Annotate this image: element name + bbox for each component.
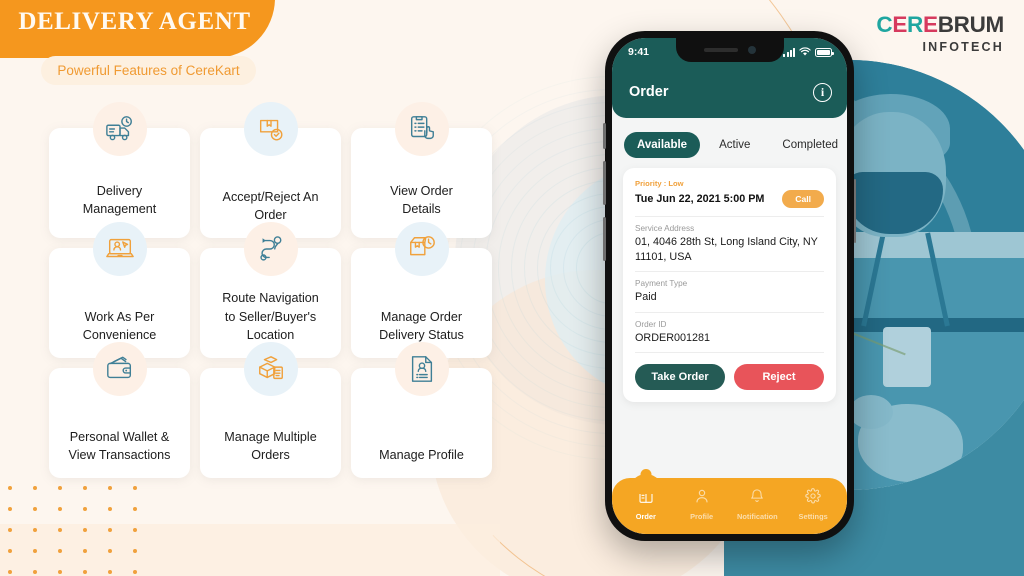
- phone-mockup: 9:41 Order i Available Active Completed Pr…: [603, 31, 856, 541]
- nav-item-label: Notification: [737, 511, 778, 521]
- order-field-value: ORDER001281: [635, 331, 711, 344]
- nav-item-label: Profile: [690, 511, 714, 521]
- feature-card-label: View Order Details: [390, 183, 453, 216]
- route-pin-icon: [243, 222, 298, 276]
- signal-bars-icon: [783, 48, 795, 57]
- feature-card-grid: Delivery Management Accept/Reject An Order V…: [49, 102, 494, 478]
- order-field-label: Service Address: [635, 224, 695, 233]
- logo-letter-e1: E: [892, 12, 908, 37]
- order-field-list: Service Address 01, 4046 28th St, Long Is…: [635, 217, 824, 354]
- front-camera-icon: [747, 46, 756, 54]
- laptop-user-icon: [92, 222, 147, 276]
- order-field: Payment Type Paid: [635, 272, 824, 313]
- logo-letter-r: R: [907, 12, 923, 37]
- feature-card-label: Accept/Reject An Order: [222, 189, 319, 222]
- user-icon: [694, 488, 710, 509]
- nav-item-label: Order: [635, 511, 656, 521]
- multiple-boxes-icon: [243, 342, 298, 396]
- order-field-value: Paid: [635, 291, 657, 304]
- bell-icon: [749, 488, 765, 509]
- feature-card[interactable]: Personal Wallet & View Transactions: [49, 342, 190, 478]
- feature-card-label: Delivery Management: [82, 183, 157, 216]
- nav-item-notification[interactable]: Notification: [731, 488, 783, 521]
- earpiece-speaker: [703, 48, 738, 52]
- status-time: 9:41: [628, 46, 650, 58]
- tab-completed[interactable]: Completed: [769, 132, 847, 158]
- phone-screen: 9:41 Order i Available Active Completed Pr…: [612, 38, 847, 534]
- logo-wordmark: CEREBRUM: [876, 12, 1005, 37]
- logo-letter-c: C: [876, 12, 893, 37]
- order-field-label: Order ID: [635, 319, 667, 329]
- order-field-label: Payment Type: [635, 279, 688, 289]
- active-nav-indicator-dot: [640, 468, 652, 480]
- order-date: Tue Jun 22, 2021 5:00 PM: [635, 193, 765, 205]
- feature-card-label: Manage Multiple Orders: [224, 429, 317, 462]
- clipboard-hand-icon: [394, 102, 449, 156]
- feature-card-label: Personal Wallet & View Transactions: [68, 429, 171, 462]
- reject-button[interactable]: Reject: [734, 364, 824, 391]
- package-check-icon: [243, 102, 298, 156]
- tab-available[interactable]: Available: [624, 132, 701, 158]
- logo-letters-brum: BRUM: [937, 12, 1005, 37]
- take-order-button[interactable]: Take Order: [635, 364, 725, 391]
- gear-icon: [805, 487, 821, 509]
- bg-dot-grid: [2, 480, 187, 574]
- nav-item-settings[interactable]: Settings: [787, 487, 839, 521]
- logo-subtitle: INFOTECH: [922, 39, 1004, 54]
- header-banner: DELIVERY AGENT: [0, 0, 275, 58]
- order-actions: Take Order Reject: [635, 353, 824, 391]
- battery-icon: [815, 48, 834, 57]
- package-clock-icon: [394, 222, 449, 276]
- feature-card-label: Manage Order Delivery Status: [379, 309, 464, 342]
- feature-card[interactable]: Manage Profile: [351, 342, 492, 478]
- feature-card[interactable]: Manage Multiple Orders: [200, 342, 341, 478]
- subtitle-text: Powerful Features of CereKart: [57, 63, 240, 78]
- feature-card-label: Route Navigation to Seller/Buyer's Locatio…: [222, 291, 319, 342]
- cerebrum-logo: CEREBRUM INFOTECH: [876, 12, 1005, 54]
- phone-notch: [675, 38, 784, 62]
- nav-item-profile[interactable]: Profile: [676, 488, 728, 521]
- nav-item-order[interactable]: Order: [620, 468, 672, 521]
- order-field: Service Address 01, 4046 28th St, Long Is…: [635, 217, 824, 273]
- page-title: DELIVERY AGENT: [18, 8, 251, 35]
- order-field-value: 01, 4046 28th St, Long Island City, NY 1…: [635, 236, 818, 263]
- wallet-icon: [92, 342, 147, 396]
- priority-label: Priority : Low: [635, 179, 684, 188]
- order-card: Priority : Low Tue Jun 22, 2021 5:00 PM …: [623, 168, 836, 403]
- logo-letter-e2: E: [922, 12, 938, 37]
- feature-card-label: Manage Profile: [379, 447, 464, 462]
- delivery-truck-icon: [92, 102, 147, 156]
- profile-document-icon: [394, 342, 449, 396]
- app-header-title: Order: [629, 84, 669, 100]
- info-icon[interactable]: i: [813, 82, 832, 102]
- call-button[interactable]: Call: [782, 190, 824, 208]
- app-header: Order i: [612, 66, 847, 118]
- nav-item-label: Settings: [798, 511, 828, 521]
- order-field: Order ID ORDER001281: [635, 313, 824, 354]
- bottom-navigation: Order Profile Notification Settings: [612, 468, 847, 534]
- wifi-icon: [799, 47, 811, 56]
- order-date-row: Tue Jun 22, 2021 5:00 PM Call: [635, 190, 824, 217]
- tab-active[interactable]: Active: [706, 132, 763, 158]
- order-tabs: Available Active Completed: [612, 118, 847, 168]
- feature-card-label: Work As Per Convenience: [82, 309, 157, 342]
- subtitle-pill: Powerful Features of CereKart: [41, 56, 256, 85]
